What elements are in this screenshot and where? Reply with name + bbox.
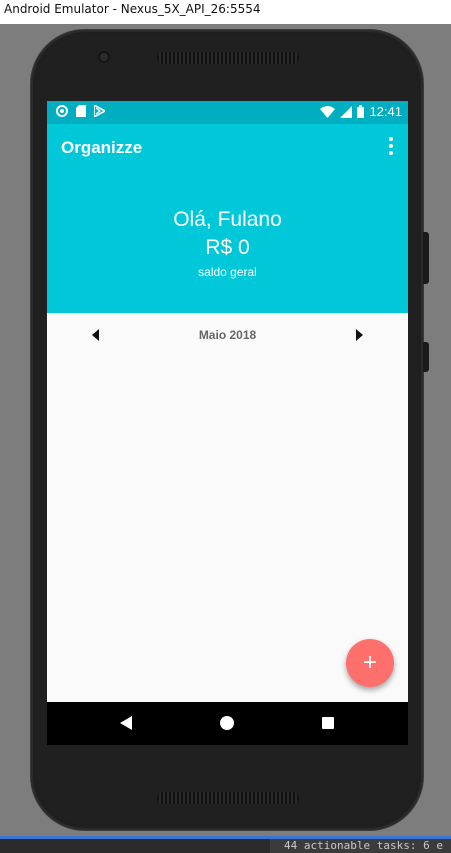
overflow-dot (389, 137, 393, 141)
status-bar: 12:41 (47, 101, 408, 124)
status-bar-notifications (56, 105, 105, 117)
app-toolbar: Organizze (47, 124, 408, 172)
front-camera (98, 51, 110, 63)
circle-notification-icon (56, 105, 68, 117)
battery-icon (357, 105, 365, 118)
greeting-text: Olá, Fulano (173, 208, 282, 231)
status-time: 12:41 (369, 104, 402, 119)
app-title: Organizze (61, 138, 143, 157)
system-nav-bar (47, 702, 408, 745)
month-label: Maio 2018 (198, 328, 257, 342)
chevron-right-icon[interactable] (356, 329, 363, 341)
phone-screen: 12:41 Organizze Olá, Fulano R$ 0 saldo g… (47, 101, 408, 745)
signal-icon (340, 105, 353, 118)
month-selector: Maio 2018 (47, 313, 408, 359)
status-bar-system: 12:41 (320, 104, 402, 119)
balance-label: saldo geral (198, 265, 257, 279)
playstore-icon (94, 105, 105, 117)
balance-header: Olá, Fulano R$ 0 saldo geral (47, 172, 408, 313)
home-icon[interactable] (220, 716, 234, 730)
add-button[interactable]: + (346, 639, 394, 687)
recent-apps-icon[interactable] (322, 717, 334, 729)
wifi-icon (320, 105, 336, 118)
bottom-speaker-grille (157, 792, 299, 804)
overflow-dot (389, 144, 393, 148)
sd-card-icon (76, 105, 86, 117)
back-icon[interactable] (120, 716, 132, 730)
ide-bottom-strip: 44 actionable tasks: 6 e (0, 836, 451, 853)
overflow-menu-icon[interactable] (388, 137, 394, 155)
volume-button[interactable] (423, 232, 429, 284)
top-speaker-grille (157, 52, 299, 64)
build-console-output: 44 actionable tasks: 6 e (270, 839, 451, 853)
power-button[interactable] (423, 342, 429, 372)
overflow-dot (389, 151, 393, 155)
balance-value: R$ 0 (205, 236, 250, 259)
emulator-window-title: Android Emulator - Nexus_5X_API_26:5554 (0, 0, 451, 24)
